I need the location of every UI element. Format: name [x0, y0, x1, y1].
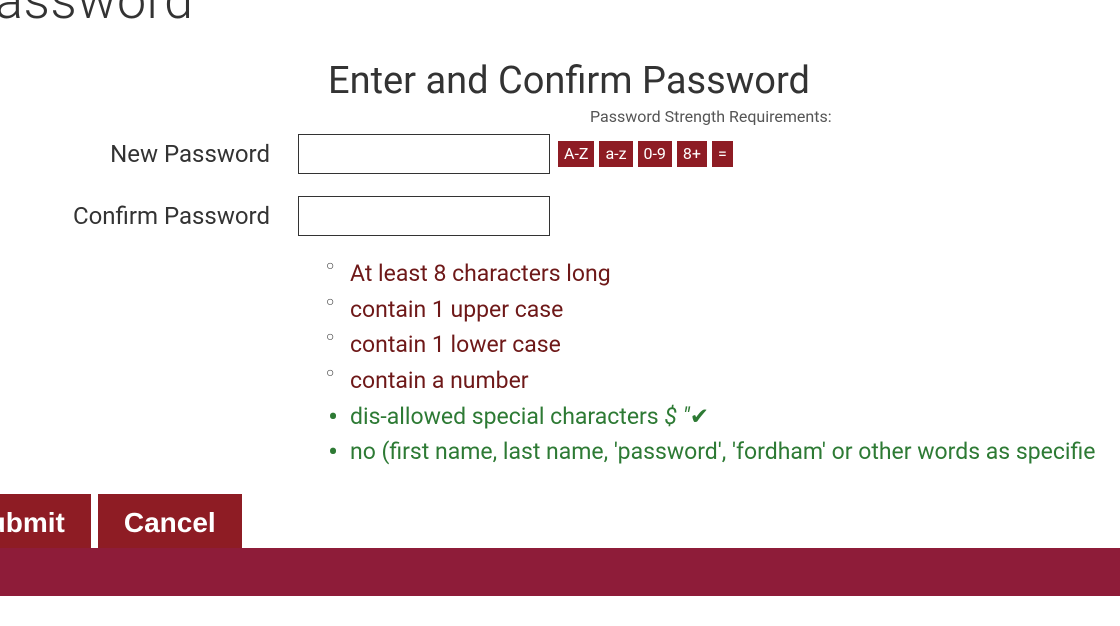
requirement-lowercase: contain 1 lower case [330, 327, 1120, 363]
footer-bar [0, 548, 1120, 596]
confirm-password-input[interactable] [298, 196, 550, 236]
submit-button[interactable]: Submit [0, 494, 91, 552]
new-password-label: New Password [0, 140, 298, 168]
requirement-special-chars: dis-allowed special characters $ "✔ [330, 399, 1120, 435]
requirement-number: contain a number [330, 363, 1120, 399]
section-title: Enter and Confirm Password [328, 59, 1120, 103]
requirement-length: At least 8 characters long [330, 256, 1120, 292]
badge-digit: 0-9 [638, 141, 672, 167]
button-row: Submit Cancel [0, 494, 1120, 552]
page-title: w Password [0, 0, 1120, 31]
confirm-password-row: Confirm Password [0, 196, 1120, 236]
requirement-special-italic: $ " [664, 403, 689, 430]
requirement-uppercase: contain 1 upper case [330, 292, 1120, 328]
strength-requirements-label: Password Strength Requirements: [590, 107, 1120, 126]
new-password-input[interactable] [298, 134, 550, 174]
requirement-no-words: no (first name, last name, 'password', '… [330, 434, 1120, 470]
requirement-special-text: dis-allowed special characters [350, 403, 664, 430]
requirements-list: At least 8 characters long contain 1 upp… [330, 256, 1120, 470]
badge-match: = [712, 141, 733, 167]
badge-lowercase: a-z [599, 141, 632, 167]
badge-length: 8+ [677, 141, 707, 167]
new-password-row: New Password A-Z a-z 0-9 8+ = [0, 134, 1120, 174]
cancel-button[interactable]: Cancel [98, 494, 242, 552]
badge-uppercase: A-Z [558, 141, 594, 167]
confirm-password-label: Confirm Password [0, 202, 298, 230]
strength-badges: A-Z a-z 0-9 8+ = [558, 141, 733, 167]
check-icon: ✔ [690, 403, 709, 430]
